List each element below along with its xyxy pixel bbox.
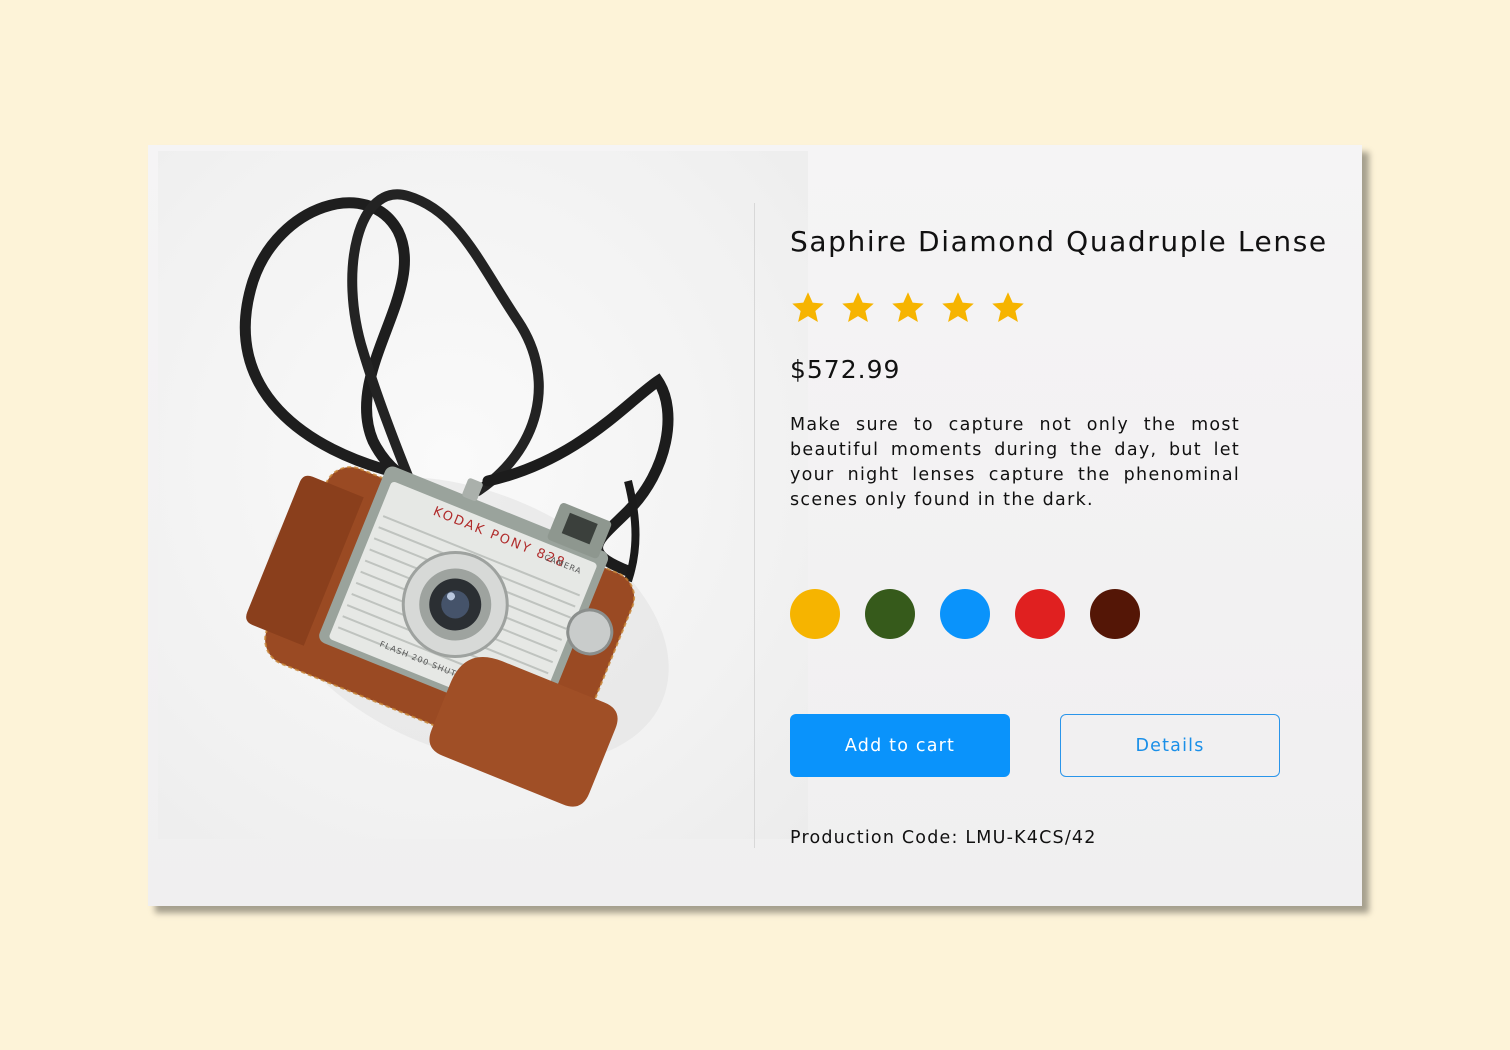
- product-image: KODAK PONY 828 CAMERA FLASH 200 SHUTTER: [158, 151, 808, 839]
- product-title: Saphire Diamond Quadruple Lense: [790, 225, 1328, 258]
- details-button[interactable]: Details: [1060, 714, 1280, 777]
- star-icon: [792, 292, 824, 322]
- production-code: Production Code: LMU-K4CS/42: [790, 828, 1097, 848]
- vertical-divider: [754, 203, 755, 848]
- product-description: Make sure to capture not only the most b…: [790, 415, 1240, 510]
- star-icon: [992, 292, 1024, 322]
- color-swatch-green[interactable]: [865, 589, 915, 639]
- color-swatch-brown[interactable]: [1090, 589, 1140, 639]
- color-swatch-red[interactable]: [1015, 589, 1065, 639]
- camera-illustration: KODAK PONY 828 CAMERA FLASH 200 SHUTTER: [239, 189, 674, 807]
- color-options: [790, 589, 1140, 639]
- color-swatch-yellow[interactable]: [790, 589, 840, 639]
- add-to-cart-button[interactable]: Add to cart: [790, 714, 1010, 777]
- product-card: KODAK PONY 828 CAMERA FLASH 200 SHUTTER …: [148, 145, 1362, 906]
- star-icon: [892, 292, 924, 322]
- star-icon: [842, 292, 874, 322]
- color-swatch-blue[interactable]: [940, 589, 990, 639]
- product-price: $572.99: [790, 355, 901, 384]
- star-rating: [790, 290, 1026, 326]
- star-icon: [942, 292, 974, 322]
